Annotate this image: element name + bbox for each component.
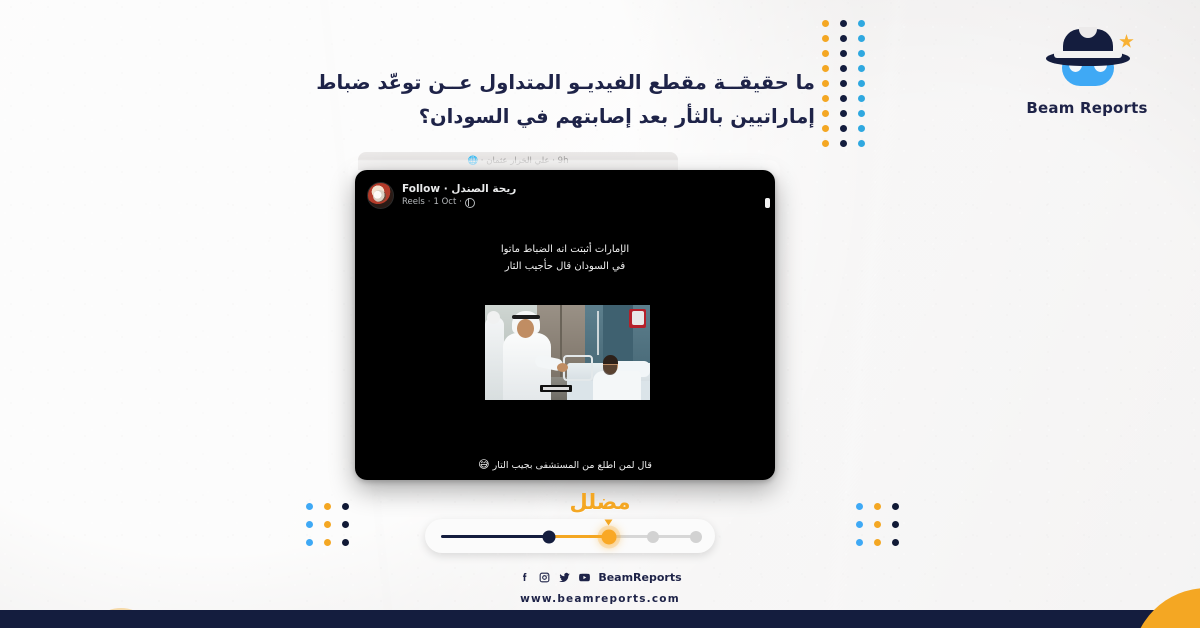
slider-stop-1[interactable] [542,530,556,543]
decorative-dot [822,20,829,27]
decorative-dot [892,521,899,528]
overlay-caption-line-1: الإمارات أثبتت انه الضباط ماتوا [500,244,630,255]
video-thumbnail[interactable] [485,305,650,400]
decorative-dot [306,521,313,528]
decorative-dot [858,95,865,102]
overlay-caption-line-2: في السودان قال حأجيب الثار [504,260,626,272]
brand-logo[interactable]: Beam Reports [1012,22,1162,117]
decorative-dot [840,95,847,102]
decorative-dot [822,65,829,72]
decorative-dot [840,125,847,132]
post-author-avatar[interactable] [367,182,394,209]
decorative-dot [874,521,881,528]
decorative-dot [822,50,829,57]
post-meta: Reels · 1 Oct · [402,197,516,209]
footer: BeamReports www.beamreports.com [0,569,1200,605]
decorative-dot [858,35,865,42]
decorative-dot [858,50,865,57]
verdict-rating-slider[interactable] [425,519,715,553]
decorative-dot [306,539,313,546]
detective-hat-icon [1038,22,1136,94]
headline-line-2: إماراتيين بالثأر بعد إصابتهم في السودان؟ [418,105,816,129]
twitter-icon[interactable] [558,571,571,584]
website-url[interactable]: www.beamreports.com [0,593,1200,605]
social-post-screenshot[interactable]: ريحة الصندل · Follow Reels · 1 Oct · الإ… [355,170,775,480]
decorative-dot [892,539,899,546]
decorative-dot [822,80,829,87]
post-header: ريحة الصندل · Follow Reels · 1 Oct · [355,170,775,209]
star-icon [1119,34,1134,48]
decorative-dot [324,539,331,546]
social-handle[interactable]: BeamReports [598,571,681,584]
youtube-icon[interactable] [578,571,591,584]
decorative-dot [840,50,847,57]
decorative-dot [858,80,865,87]
post-author-name: ريحة الصندل [451,183,517,196]
decorative-dot [858,110,865,117]
slider-stop-4[interactable] [690,530,703,543]
decorative-dot [858,140,865,147]
decorative-dot [874,539,881,546]
decorative-dot [342,539,349,546]
decorative-dot [840,110,847,117]
follow-link[interactable]: Follow [402,183,440,195]
decorative-dot [342,521,349,528]
verdict-rating-label: مضلل [569,490,631,514]
decorative-dot [822,125,829,132]
meta-dot-1: · [427,196,431,207]
decorative-dot [324,521,331,528]
decorative-dot [840,140,847,147]
post-date: 1 Oct [433,196,457,207]
decorative-dot [858,125,865,132]
bottom-navy-bar [0,610,1200,628]
bottom-caption-text: قال لمن اطلع من المستشفى بجيب التار [492,460,652,471]
decorative-dot [840,80,847,87]
slider-stop-2-active[interactable] [601,519,617,544]
brand-name: Beam Reports [1026,99,1148,117]
decorative-dot [840,35,847,42]
slider-stop-3[interactable] [646,530,659,543]
facebook-icon[interactable] [518,571,531,584]
social-links-row: BeamReports [518,571,682,584]
headline-line-1: ما حقيقــة مقطع الفيديـو المتداول عــن ت… [316,71,815,94]
decorative-dot [822,95,829,102]
scroll-indicator[interactable] [765,198,770,208]
slider-caret-icon [604,519,613,525]
decorative-dot [840,65,847,72]
decorative-dot [822,35,829,42]
decorative-dot [858,20,865,27]
slider-track[interactable] [441,519,703,544]
decorative-dot [822,110,829,117]
decorative-dot [856,539,863,546]
decorative-dot [858,65,865,72]
instagram-icon[interactable] [538,571,551,584]
decorative-dot [840,20,847,27]
slider-segment-filled-start [441,535,550,538]
laughing-emoji-icon: 😅 [478,458,490,471]
decorative-dot-grid-top [822,20,876,155]
post-author-row: ريحة الصندل · Follow [402,182,516,196]
video-overlay-caption: الإمارات أثبتت انه الضباط ماتوا في السود… [355,242,775,275]
slider-segment-active [549,535,609,538]
page-title: ما حقيقــة مقطع الفيديـو المتداول عــن ت… [316,66,816,134]
post-separator: · [443,183,448,196]
decorative-dot [822,140,829,147]
post-type-label: Reels [402,196,425,207]
meta-dot-2: · [459,196,462,207]
decorative-dot [856,521,863,528]
video-bottom-caption: قال لمن اطلع من المستشفى بجيب التار 😅 [355,458,775,471]
globe-icon [465,197,475,208]
